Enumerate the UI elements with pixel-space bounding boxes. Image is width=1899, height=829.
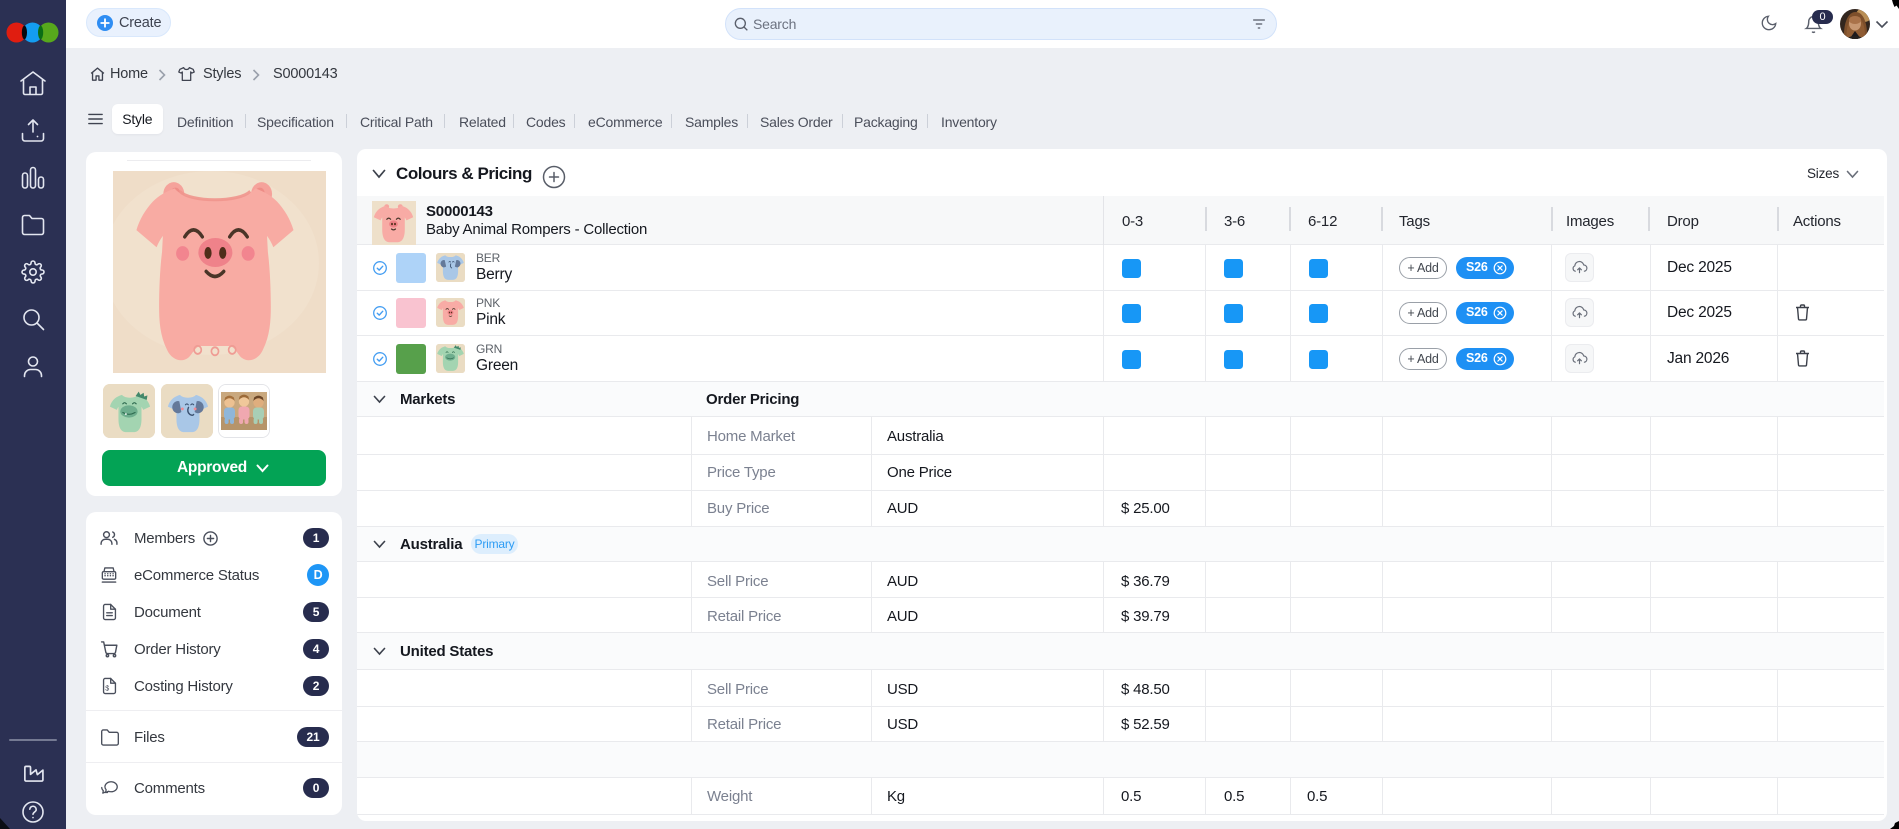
svg-text:$: $ bbox=[105, 684, 109, 692]
